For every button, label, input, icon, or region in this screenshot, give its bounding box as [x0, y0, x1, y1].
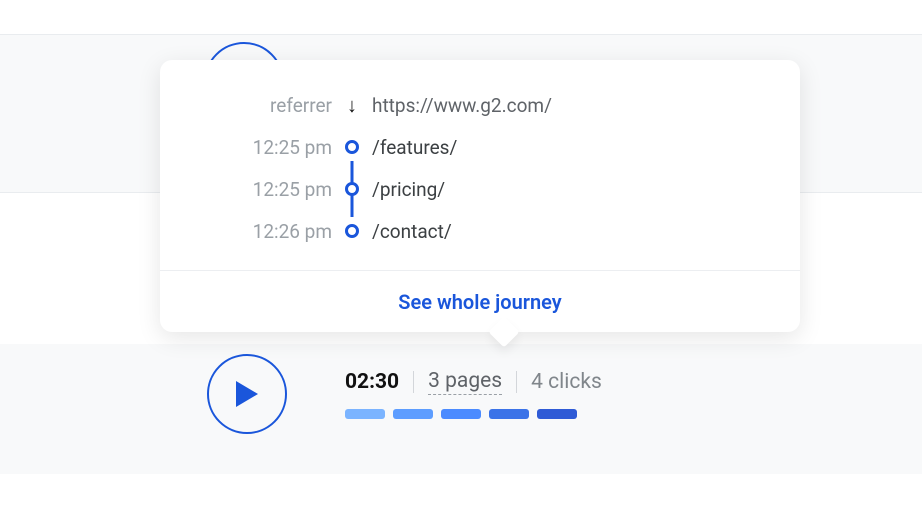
referrer-url: https://www.g2.com/	[372, 94, 770, 117]
activity-segment	[537, 409, 577, 419]
journey-popover: referrer ↓ https://www.g2.com/ 12:25 pm/…	[160, 60, 800, 332]
separator	[413, 371, 414, 393]
step-path: /pricing/	[372, 178, 770, 201]
timeline-node	[332, 224, 372, 238]
play-icon	[234, 379, 260, 409]
step-time: 12:25 pm	[190, 136, 332, 159]
arrow-down-icon: ↓	[332, 95, 372, 115]
stage: referrer ↓ https://www.g2.com/ 12:25 pm/…	[0, 0, 922, 530]
journey-step: 12:25 pm/pricing/	[190, 168, 770, 210]
separator	[516, 371, 517, 393]
referrer-label: referrer	[190, 94, 332, 117]
activity-segments	[345, 409, 602, 419]
activity-segment	[441, 409, 481, 419]
step-path: /contact/	[372, 220, 770, 243]
step-time: 12:26 pm	[190, 220, 332, 243]
activity-segment	[345, 409, 385, 419]
timeline-node	[332, 182, 372, 196]
play-button-peek	[204, 42, 284, 60]
metrics-line: 02:30 3 pages 4 clicks	[345, 369, 602, 395]
referrer-row: referrer ↓ https://www.g2.com/	[190, 84, 770, 126]
activity-segment	[393, 409, 433, 419]
popover-footer: See whole journey	[160, 270, 800, 332]
pages-count[interactable]: 3 pages	[428, 369, 502, 395]
journey-step: 12:25 pm/features/	[190, 126, 770, 168]
step-time: 12:25 pm	[190, 178, 332, 201]
activity-segment	[489, 409, 529, 419]
timeline-node	[332, 140, 372, 154]
see-whole-journey-link[interactable]: See whole journey	[398, 290, 561, 314]
session-summary: 02:30 3 pages 4 clicks	[207, 354, 602, 434]
clicks-count: 4 clicks	[531, 370, 602, 394]
journey-step: 12:26 pm/contact/	[190, 210, 770, 252]
step-path: /features/	[372, 136, 770, 159]
session-duration: 02:30	[345, 370, 399, 394]
play-button[interactable]	[207, 354, 287, 434]
